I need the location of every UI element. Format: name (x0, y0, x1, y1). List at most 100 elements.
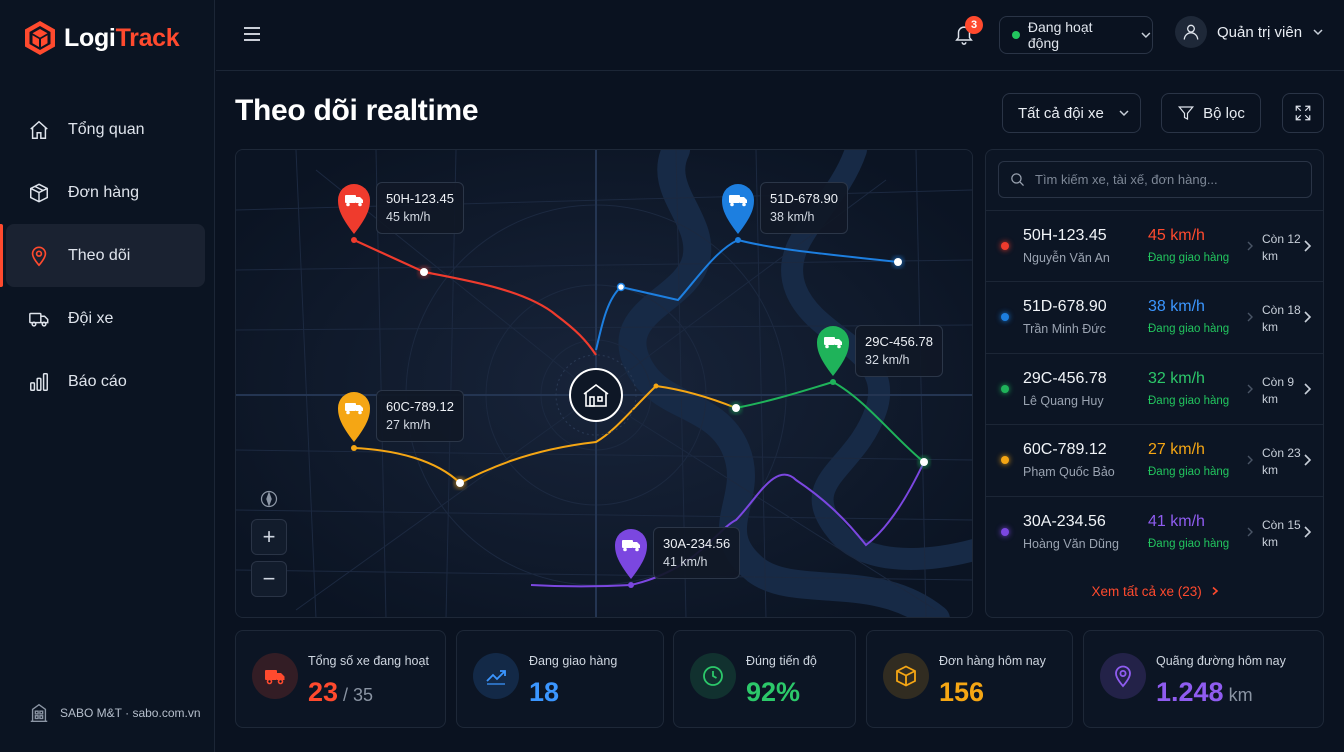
truck-icon (29, 312, 49, 327)
stat-value: 1.248 (1156, 677, 1224, 707)
building-icon (30, 703, 48, 722)
hamburger-icon (244, 27, 260, 41)
clock-icon (703, 666, 723, 686)
chevron-right-icon[interactable] (1302, 382, 1312, 396)
vehicle-remaining: Còn 23 km (1262, 446, 1301, 478)
sidebar-item-label: Đội xe (68, 309, 114, 327)
see-all-vehicles-link[interactable]: Xem tất cả xe (23) (986, 584, 1323, 599)
vehicle-row[interactable]: 50H-123.45 Nguyễn Văn An 45 km/h Đang giao … (986, 210, 1323, 281)
vehicle-search-input[interactable] (1035, 172, 1295, 187)
footer-text: SABO M&T · sabo.com.vn (60, 706, 201, 720)
user-name: Quản trị viên (1217, 23, 1303, 41)
vehicle-speed: 45 km/h (1148, 227, 1205, 244)
status-label: Đang hoạt động (1027, 19, 1093, 51)
box-icon (30, 182, 48, 203)
stat-card-on-time[interactable]: Đúng tiến độ 92% (673, 630, 856, 728)
chevron-right-icon[interactable] (1302, 525, 1312, 539)
zoom-out-button[interactable]: − (251, 561, 287, 597)
package-icon (896, 665, 916, 687)
vehicle-color-dot (1001, 242, 1009, 250)
map-label-29C[interactable]: 29C-456.78 32 km/h (855, 325, 943, 377)
map-label-speed: 45 km/h (386, 210, 431, 224)
bar-chart-icon (30, 372, 48, 391)
page-title: Theo dõi realtime (235, 94, 479, 127)
map-label-speed: 38 km/h (770, 210, 815, 224)
stat-icon-badge (690, 653, 736, 699)
fullscreen-button[interactable] (1282, 93, 1324, 133)
filter-icon (1178, 106, 1195, 120)
sidebar-item-reports[interactable]: Báo cáo (6, 350, 205, 413)
stat-label: Quãng đường hôm nay (1156, 654, 1286, 668)
menu-toggle-button[interactable] (242, 24, 262, 49)
vehicle-row[interactable]: 51D-678.90 Trần Minh Đức 38 km/h Đang giao … (986, 281, 1323, 352)
vehicle-row[interactable]: 60C-789.12 Phạm Quốc Bảo 27 km/h Đang giao … (986, 424, 1323, 495)
vehicle-state: Đang giao hàng (1148, 394, 1230, 407)
vehicle-color-dot (1001, 384, 1009, 393)
compass-button[interactable] (251, 481, 287, 517)
sidebar-item-overview[interactable]: Tổng quan (6, 98, 205, 161)
chevron-down-icon (1119, 110, 1129, 117)
vehicle-plate: 29C-456.78 (1023, 369, 1107, 387)
stat-label: Đúng tiến độ (746, 654, 817, 668)
vehicle-remaining: Còn 9 km (1262, 374, 1295, 406)
vehicle-speed: 38 km/h (1148, 298, 1205, 316)
stat-card-active-vehicles[interactable]: Tổng số xe đang hoạt 23 / 35 (235, 630, 446, 728)
vehicle-driver: Nguyễn Văn An (1023, 251, 1110, 265)
chevron-right-icon[interactable] (1302, 239, 1312, 253)
sidebar-item-fleet[interactable]: Đội xe (6, 287, 205, 350)
compass-icon (260, 490, 278, 508)
chevron-right-icon (1247, 241, 1253, 251)
logo[interactable]: LogiTrack (24, 20, 180, 56)
chevron-right-icon[interactable] (1302, 310, 1312, 324)
stat-value-sub: / 35 (338, 685, 374, 705)
sidebar-item-label: Tổng quan (68, 120, 145, 138)
zoom-in-button[interactable]: + (251, 519, 287, 555)
sidebar-item-label: Đơn hàng (68, 183, 139, 201)
vehicle-search[interactable] (998, 161, 1312, 198)
map-label-51D[interactable]: 51D-678.90 38 km/h (760, 182, 848, 234)
stat-value-wrap: 18 (529, 677, 559, 708)
sidebar-nav: Tổng quan Đơn hàng Theo dõi Đội xe Báo c… (0, 98, 205, 413)
chevron-right-icon[interactable] (1302, 453, 1312, 467)
sidebar-item-tracking[interactable]: Theo dõi (0, 224, 205, 287)
vehicle-speed: 41 km/h (1148, 512, 1205, 530)
user-menu[interactable]: Quản trị viên (1175, 16, 1324, 48)
sidebar-item-label: Theo dõi (68, 246, 131, 264)
map-label-50H[interactable]: 50H-123.45 45 km/h (376, 182, 464, 234)
stat-value: 92% (746, 677, 801, 707)
map-label-speed: 27 km/h (386, 418, 431, 432)
vehicle-state: Đang giao hàng (1148, 252, 1230, 264)
stat-card-delivering[interactable]: Đang giao hàng 18 (456, 630, 664, 728)
fleet-select[interactable]: Tất cả đội xe (1002, 93, 1141, 133)
map-label-60C[interactable]: 60C-789.12 27 km/h (376, 390, 464, 442)
vehicle-row[interactable]: 29C-456.78 Lê Quang Huy 32 km/h Đang giao h… (986, 352, 1323, 424)
fullscreen-icon (1295, 105, 1311, 121)
avatar (1175, 16, 1207, 48)
vehicle-remaining: Còn 18 km (1262, 303, 1301, 335)
tracking-map[interactable]: 50H-123.45 45 km/h 51D-678.90 38 km/h 29… (235, 149, 973, 618)
status-dropdown[interactable]: Đang hoạt động (999, 16, 1153, 54)
stat-icon-badge (252, 653, 298, 699)
sidebar-item-orders[interactable]: Đơn hàng (6, 161, 205, 224)
map-label-30A[interactable]: 30A-234.56 41 km/h (653, 527, 741, 579)
vehicle-row[interactable]: 30A-234.56 Hoàng Văn Dũng 41 km/h Đang giao… (986, 495, 1323, 567)
status-dot (1012, 31, 1020, 39)
stat-value-wrap: 1.248 km (1156, 677, 1253, 708)
vehicle-state: Đang giao hàng (1148, 323, 1230, 336)
chevron-down-icon (1141, 32, 1151, 39)
stat-icon-badge (1100, 653, 1146, 699)
stat-card-distance-today[interactable]: Quãng đường hôm nay 1.248 km (1083, 630, 1324, 728)
truck-icon (265, 670, 285, 685)
vehicle-color-dot (1001, 456, 1009, 465)
map-canvas[interactable] (236, 150, 973, 618)
map-label-plate: 30A-234.56 (663, 536, 731, 551)
stat-value-wrap: 23 / 35 (308, 677, 373, 708)
vehicle-color-dot (1001, 313, 1009, 322)
footer-brand: SABO M&T · sabo.com.vn (28, 702, 201, 724)
stat-icon-badge (883, 653, 929, 699)
filter-button[interactable]: Bộ lọc (1161, 93, 1261, 133)
map-label-plate: 60C-789.12 (386, 399, 454, 414)
vehicle-color-dot (1001, 527, 1009, 536)
stat-card-orders-today[interactable]: Đơn hàng hôm nay 156 (866, 630, 1073, 728)
stat-value: 18 (529, 677, 560, 707)
